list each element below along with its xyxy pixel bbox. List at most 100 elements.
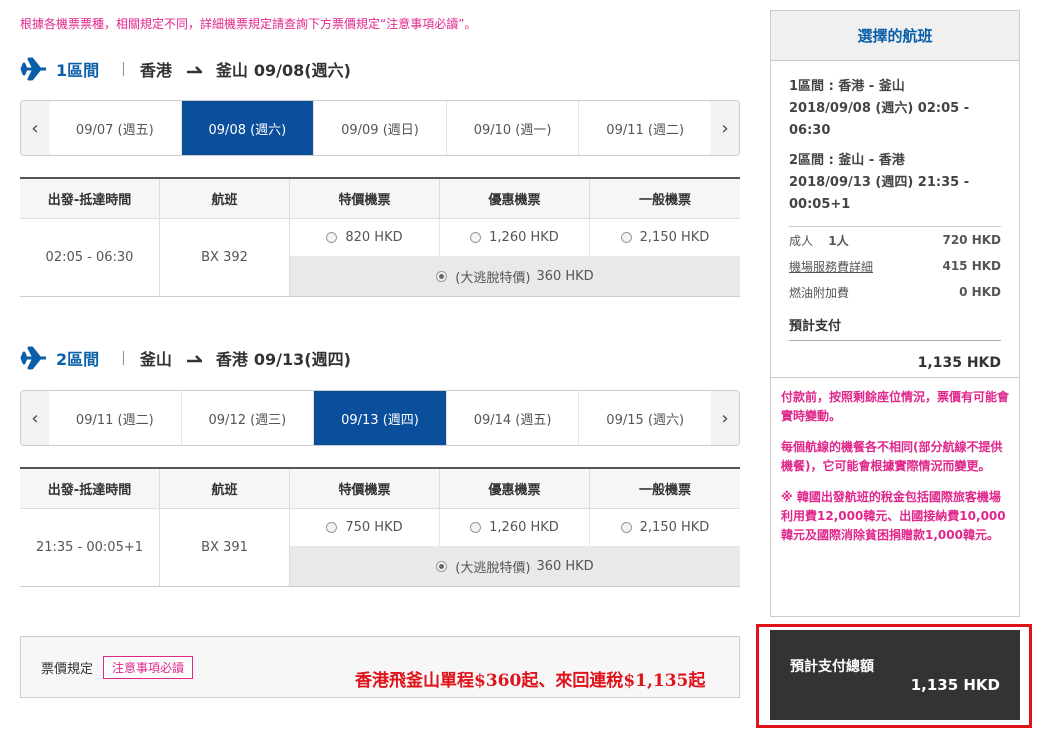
date-option[interactable]: 09/11 (週二) — [49, 391, 182, 445]
chevron-right-icon[interactable]: › — [711, 101, 739, 155]
route-from: 釜山 — [139, 350, 172, 369]
route-from: 香港 — [139, 61, 172, 80]
section-2-label: 2區間 — [56, 350, 100, 369]
promo-name: (大逃脫特價) — [455, 561, 531, 576]
radio-icon[interactable] — [470, 522, 482, 533]
table-row: 21:35 - 00:05+1 BX 391 750 HKD 1,260 HKD… — [20, 509, 740, 587]
leg-1-title: 1區間 : 香港 - 釜山 — [789, 79, 905, 94]
flight-time: 21:35 - 00:05+1 — [20, 509, 160, 586]
fuel-amount: 0 HKD — [959, 285, 1001, 299]
radio-icon[interactable] — [326, 522, 338, 533]
estimate-value: 1,135 HKD — [917, 355, 1001, 371]
table-header: 出發-抵達時間 航班 特價機票 優惠機票 一般機票 — [20, 179, 740, 219]
header-special-fare: 特價機票 — [290, 179, 440, 218]
chevron-right-icon[interactable]: › — [711, 391, 739, 445]
date-selector-1: ‹ 09/07 (週五) 09/08 (週六) 09/09 (週日) 09/10… — [20, 100, 740, 156]
fare-normal-option[interactable]: 2,150 HKD — [590, 219, 740, 256]
section-1-route: 香港 釜山 09/08(週六) — [140, 57, 351, 81]
fare-special-option[interactable]: 750 HKD — [290, 509, 440, 546]
route-date: 09/08(週六) — [253, 61, 351, 80]
date-option[interactable]: 09/12 (週三) — [182, 391, 315, 445]
header-flight: 航班 — [160, 179, 290, 218]
route-to: 釜山 — [215, 61, 248, 80]
radio-icon[interactable] — [326, 232, 338, 243]
radio-icon[interactable] — [470, 232, 482, 243]
section-1-header: 1區間 | 香港 釜山 09/08(週六) — [20, 54, 351, 84]
fare-special-option[interactable]: 820 HKD — [290, 219, 440, 256]
airport-fee-row: 機場服務費詳細 415 HKD — [789, 253, 1001, 279]
route-arrow-icon — [186, 355, 202, 363]
separator: | — [121, 61, 126, 77]
airport-fee-link[interactable]: 機場服務費詳細 — [789, 258, 873, 275]
promo-fare-option[interactable]: (大逃脫特價) 360 HKD — [290, 257, 740, 296]
header-discount-fare: 優惠機票 — [440, 469, 590, 508]
fare-discount-option[interactable]: 1,260 HKD — [440, 219, 590, 256]
estimate-label: 預計支付 — [789, 315, 1001, 341]
leg-2-time-cont: 00:05+1 — [789, 197, 851, 212]
note-price-change: 付款前，按照剩餘座位情況，票價有可能會實時變動。 — [781, 390, 1010, 423]
leg-2-time: 2018/09/13 (週四) 21:35 - — [789, 175, 970, 190]
fare-rules-label: 票價規定 — [41, 661, 94, 677]
plane-icon — [20, 346, 46, 370]
route-arrow-icon — [186, 66, 202, 74]
leg-1-time: 2018/09/08 (週六) 02:05 - 06:30 — [789, 101, 970, 138]
date-option-selected[interactable]: 09/08 (週六) — [181, 101, 315, 155]
radio-icon[interactable] — [620, 522, 632, 533]
leg-2-summary: 2區間 : 釜山 - 香港 2018/09/13 (週四) 21:35 - 00… — [789, 150, 1001, 216]
header-special-fare: 特價機票 — [290, 469, 440, 508]
header-time: 出發-抵達時間 — [20, 469, 160, 508]
table-row: 02:05 - 06:30 BX 392 820 HKD 1,260 HKD 2… — [20, 219, 740, 297]
promo-fare-option[interactable]: (大逃脫特價) 360 HKD — [290, 547, 740, 586]
fare-discount-price: 1,260 HKD — [489, 230, 559, 245]
leg-1-summary: 1區間 : 香港 - 釜山 2018/09/08 (週六) 02:05 - 06… — [789, 76, 1001, 142]
date-option[interactable]: 09/07 (週五) — [49, 101, 182, 155]
adult-row: 成人 1人 720 HKD — [789, 227, 1001, 253]
fuel-row: 燃油附加費 0 HKD — [789, 279, 1001, 305]
chevron-left-icon[interactable]: ‹ — [21, 391, 49, 445]
promo-price: 360 HKD — [536, 559, 594, 574]
date-option[interactable]: 09/11 (週二) — [579, 101, 711, 155]
flight-number: BX 392 — [160, 219, 290, 296]
flight-table-2: 出發-抵達時間 航班 特價機票 優惠機票 一般機票 21:35 - 00:05+… — [20, 467, 740, 587]
promo-caption: 香港飛釜山單程$360起、來回連稅$1,135起 — [355, 671, 706, 691]
panel-title: 選擇的航班 — [771, 11, 1019, 61]
fare-discount-option[interactable]: 1,260 HKD — [440, 509, 590, 546]
total-label: 預計支付總額 — [790, 659, 874, 675]
adult-label: 成人 — [789, 233, 814, 248]
section-1-label: 1區間 — [56, 61, 100, 80]
route-date: 09/13(週四) — [253, 350, 351, 369]
date-option[interactable]: 09/15 (週六) — [579, 391, 711, 445]
notice-must-read-button[interactable]: 注意事項必讀 — [103, 655, 194, 679]
header-flight: 航班 — [160, 469, 290, 508]
route-to: 香港 — [215, 350, 248, 369]
date-option-selected[interactable]: 09/13 (週四) — [314, 391, 447, 445]
adult-amount: 720 HKD — [942, 233, 1001, 247]
note-meals: 每個航線的機餐各不相同(部分航線不提供機餐)，它可能會根據實際情況而變更。 — [781, 440, 1003, 473]
leg-2-title: 2區間 : 釜山 - 香港 — [789, 153, 905, 168]
flight-table-1: 出發-抵達時間 航班 特價機票 優惠機票 一般機票 02:05 - 06:30 … — [20, 177, 740, 297]
plane-icon — [20, 57, 46, 81]
note-taxes: ※ 韓國出發航班的稅金包括國際旅客機場利用費12,000韓元、出國接納費10,0… — [781, 490, 1006, 542]
header-time: 出發-抵達時間 — [20, 179, 160, 218]
fare-normal-option[interactable]: 2,150 HKD — [590, 509, 740, 546]
radio-icon[interactable] — [620, 232, 632, 243]
date-selector-2: ‹ 09/11 (週二) 09/12 (週三) 09/13 (週四) 09/14… — [20, 390, 740, 446]
table-header: 出發-抵達時間 航班 特價機票 優惠機票 一般機票 — [20, 469, 740, 509]
date-option[interactable]: 09/10 (週一) — [447, 101, 580, 155]
date-option[interactable]: 09/09 (週日) — [314, 101, 447, 155]
flight-time: 02:05 - 06:30 — [20, 219, 160, 296]
selected-flights-panel: 選擇的航班 1區間 : 香港 - 釜山 2018/09/08 (週六) 02:0… — [770, 10, 1020, 617]
total-value: 1,135 HKD — [910, 676, 1000, 694]
separator: | — [121, 350, 126, 366]
date-option[interactable]: 09/14 (週五) — [447, 391, 580, 445]
radio-icon[interactable] — [436, 561, 448, 572]
radio-icon[interactable] — [436, 271, 448, 282]
total-payment-box: 預計支付總額 1,135 HKD — [770, 630, 1020, 720]
section-2-route: 釜山 香港 09/13(週四) — [140, 346, 351, 370]
adult-count: 1人 — [828, 233, 849, 248]
chevron-left-icon[interactable]: ‹ — [21, 101, 49, 155]
header-discount-fare: 優惠機票 — [440, 179, 590, 218]
header-normal-fare: 一般機票 — [638, 483, 691, 498]
fare-special-price: 820 HKD — [345, 230, 403, 245]
flight-number: BX 391 — [160, 509, 290, 586]
